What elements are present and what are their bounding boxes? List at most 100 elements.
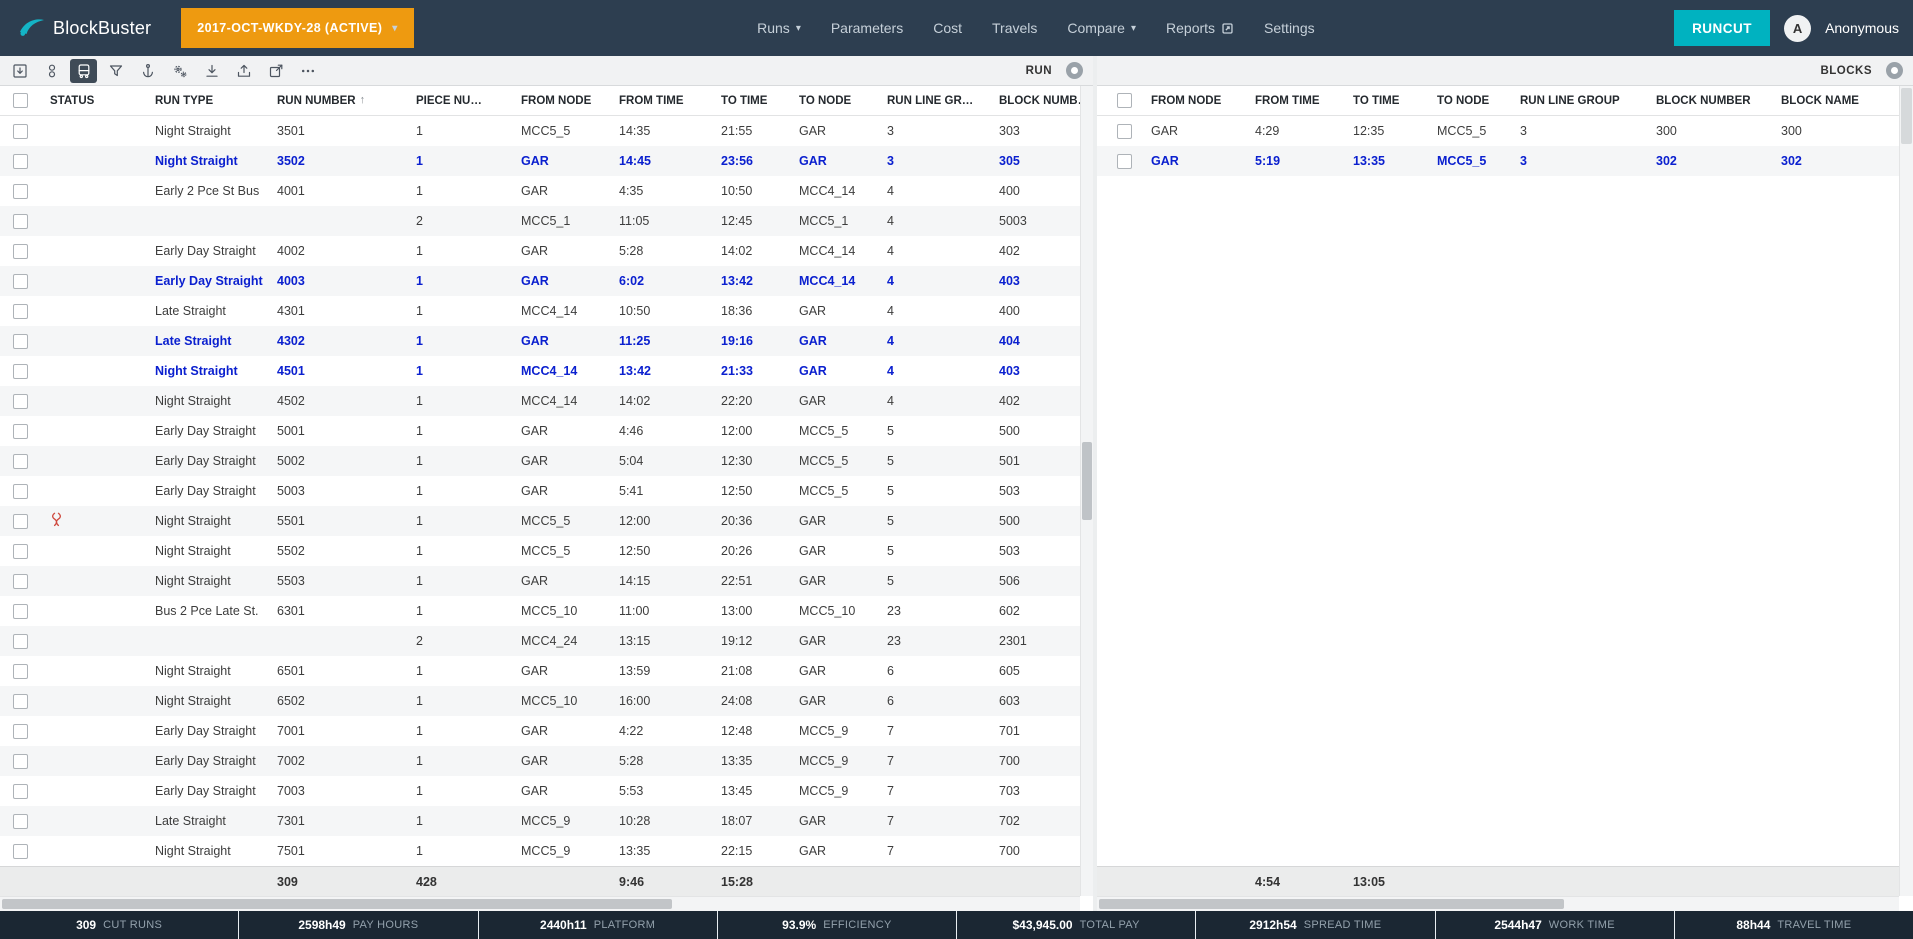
- row-checkbox[interactable]: [13, 244, 28, 259]
- run-table-row[interactable]: Night Straight 5503 1 GAR 14:15 22:51 GA…: [0, 566, 1080, 596]
- run-table-row[interactable]: Early Day Straight 7001 1 GAR 4:22 12:48…: [0, 716, 1080, 746]
- row-checkbox[interactable]: [13, 844, 28, 859]
- nav-menu-item[interactable]: Settings: [1264, 20, 1315, 36]
- nav-menu-item[interactable]: Runs ▾: [757, 20, 801, 36]
- run-horizontal-scrollbar[interactable]: [0, 896, 1080, 911]
- row-checkbox[interactable]: [13, 394, 28, 409]
- row-checkbox[interactable]: [13, 304, 28, 319]
- import-icon[interactable]: [6, 59, 33, 83]
- run-table-row[interactable]: Early Day Straight 7002 1 GAR 5:28 13:35…: [0, 746, 1080, 776]
- run-vertical-scrollbar[interactable]: [1080, 86, 1093, 896]
- col-to-time[interactable]: TO TIME: [1341, 95, 1425, 107]
- run-table-row[interactable]: Early Day Straight 7003 1 GAR 5:53 13:45…: [0, 776, 1080, 806]
- run-table-row[interactable]: Early Day Straight 5001 1 GAR 4:46 12:00…: [0, 416, 1080, 446]
- col-to-node[interactable]: TO NODE: [1425, 95, 1508, 107]
- runcut-button[interactable]: RUNCUT: [1674, 10, 1770, 46]
- run-table-row[interactable]: Night Straight 4501 1 MCC4_14 13:42 21:3…: [0, 356, 1080, 386]
- nav-menu-item[interactable]: Parameters: [831, 20, 903, 36]
- nav-menu-item[interactable]: Compare ▾: [1067, 20, 1136, 36]
- avatar[interactable]: A: [1784, 15, 1811, 42]
- run-table-row[interactable]: Night Straight 6502 1 MCC5_10 16:00 24:0…: [0, 686, 1080, 716]
- row-checkbox[interactable]: [13, 274, 28, 289]
- row-checkbox[interactable]: [13, 184, 28, 199]
- run-table-row[interactable]: Night Straight 5501 1 MCC5_5 12:00 20:36…: [0, 506, 1080, 536]
- download-icon[interactable]: [198, 59, 225, 83]
- blocks-panel-toggle-icon[interactable]: [1886, 62, 1903, 79]
- run-table-row[interactable]: Night Straight 5502 1 MCC5_5 12:50 20:26…: [0, 536, 1080, 566]
- scrollbar-thumb[interactable]: [2, 899, 672, 909]
- row-checkbox[interactable]: [13, 724, 28, 739]
- gears-icon[interactable]: [166, 59, 193, 83]
- more-options-icon[interactable]: [294, 59, 321, 83]
- run-table-row[interactable]: 2 MCC4_24 13:15 19:12 GAR 23 2301: [0, 626, 1080, 656]
- row-checkbox[interactable]: [13, 604, 28, 619]
- row-checkbox[interactable]: [13, 664, 28, 679]
- run-table-row[interactable]: Bus 2 Pce Late St. 6301 1 MCC5_10 11:00 …: [0, 596, 1080, 626]
- col-run-line-group[interactable]: RUN LINE GR…: [877, 95, 989, 107]
- row-checkbox[interactable]: [13, 514, 28, 529]
- scrollbar-thumb[interactable]: [1901, 88, 1912, 144]
- run-table-row[interactable]: Night Straight 3501 1 MCC5_5 14:35 21:55…: [0, 116, 1080, 146]
- run-table-row[interactable]: Late Straight 4302 1 GAR 11:25 19:16 GAR…: [0, 326, 1080, 356]
- col-block-name[interactable]: BLOCK NAME: [1769, 95, 1899, 107]
- row-checkbox[interactable]: [1117, 154, 1132, 169]
- link-icon[interactable]: [38, 59, 65, 83]
- col-from-time[interactable]: FROM TIME: [1243, 95, 1341, 107]
- blocks-table-row[interactable]: GAR 5:19 13:35 MCC5_5 3 302 302: [1097, 146, 1899, 176]
- run-table-row[interactable]: Late Straight 4301 1 MCC4_14 10:50 18:36…: [0, 296, 1080, 326]
- blocks-table-row[interactable]: GAR 4:29 12:35 MCC5_5 3 300 300: [1097, 116, 1899, 146]
- select-all-checkbox[interactable]: [1117, 93, 1132, 108]
- col-status[interactable]: STATUS: [40, 95, 145, 107]
- filter-icon[interactable]: [102, 59, 129, 83]
- run-table-row[interactable]: Night Straight 3502 1 GAR 14:45 23:56 GA…: [0, 146, 1080, 176]
- run-table-row[interactable]: Night Straight 7501 1 MCC5_9 13:35 22:15…: [0, 836, 1080, 866]
- scrollbar-thumb[interactable]: [1099, 899, 1564, 909]
- nav-menu-item[interactable]: Cost: [933, 20, 962, 36]
- row-checkbox[interactable]: [13, 784, 28, 799]
- row-checkbox[interactable]: [13, 694, 28, 709]
- col-block-number[interactable]: BLOCK NUMBER: [1644, 95, 1769, 107]
- run-table-row[interactable]: Early Day Straight 4003 1 GAR 6:02 13:42…: [0, 266, 1080, 296]
- row-checkbox[interactable]: [13, 484, 28, 499]
- row-checkbox[interactable]: [13, 544, 28, 559]
- row-checkbox[interactable]: [13, 214, 28, 229]
- col-run-line-group[interactable]: RUN LINE GROUP: [1508, 95, 1644, 107]
- nav-menu-item[interactable]: Reports: [1166, 20, 1234, 36]
- run-table-row[interactable]: 2 MCC5_1 11:05 12:45 MCC5_1 4 5003: [0, 206, 1080, 236]
- run-table-row[interactable]: Early Day Straight 5002 1 GAR 5:04 12:30…: [0, 446, 1080, 476]
- row-checkbox[interactable]: [13, 574, 28, 589]
- col-piece-number[interactable]: PIECE NU…: [406, 95, 511, 107]
- scenario-selector-button[interactable]: 2017-OCT-WKDY-28 (ACTIVE) ▾: [181, 8, 413, 48]
- select-all-checkbox[interactable]: [13, 93, 28, 108]
- run-table-row[interactable]: Night Straight 4502 1 MCC4_14 14:02 22:2…: [0, 386, 1080, 416]
- row-checkbox[interactable]: [13, 334, 28, 349]
- bus-icon[interactable]: [70, 59, 97, 83]
- row-checkbox[interactable]: [13, 364, 28, 379]
- col-from-node[interactable]: FROM NODE: [511, 95, 609, 107]
- row-checkbox[interactable]: [13, 424, 28, 439]
- external-link-icon[interactable]: [262, 59, 289, 83]
- row-checkbox[interactable]: [13, 124, 28, 139]
- row-checkbox[interactable]: [13, 634, 28, 649]
- export-icon[interactable]: [230, 59, 257, 83]
- scrollbar-thumb[interactable]: [1082, 442, 1092, 520]
- nav-menu-item[interactable]: Travels: [992, 20, 1037, 36]
- col-from-node[interactable]: FROM NODE: [1139, 95, 1243, 107]
- col-from-time[interactable]: FROM TIME: [609, 95, 711, 107]
- run-table-row[interactable]: Night Straight 6501 1 GAR 13:59 21:08 GA…: [0, 656, 1080, 686]
- row-checkbox[interactable]: [1117, 124, 1132, 139]
- row-checkbox[interactable]: [13, 454, 28, 469]
- run-table-row[interactable]: Early 2 Pce St Bus 4001 1 GAR 4:35 10:50…: [0, 176, 1080, 206]
- run-table-row[interactable]: Early Day Straight 5003 1 GAR 5:41 12:50…: [0, 476, 1080, 506]
- col-run-number[interactable]: RUN NUMBER↑: [267, 95, 406, 107]
- run-panel-toggle-icon[interactable]: [1066, 62, 1083, 79]
- hook-icon[interactable]: [134, 59, 161, 83]
- blocks-horizontal-scrollbar[interactable]: [1097, 896, 1899, 911]
- col-block-number[interactable]: BLOCK NUMB…: [989, 95, 1080, 107]
- row-checkbox[interactable]: [13, 814, 28, 829]
- row-checkbox[interactable]: [13, 754, 28, 769]
- col-to-node[interactable]: TO NODE: [789, 95, 877, 107]
- row-checkbox[interactable]: [13, 154, 28, 169]
- col-run-type[interactable]: RUN TYPE: [145, 95, 267, 107]
- blocks-vertical-scrollbar[interactable]: [1899, 86, 1913, 896]
